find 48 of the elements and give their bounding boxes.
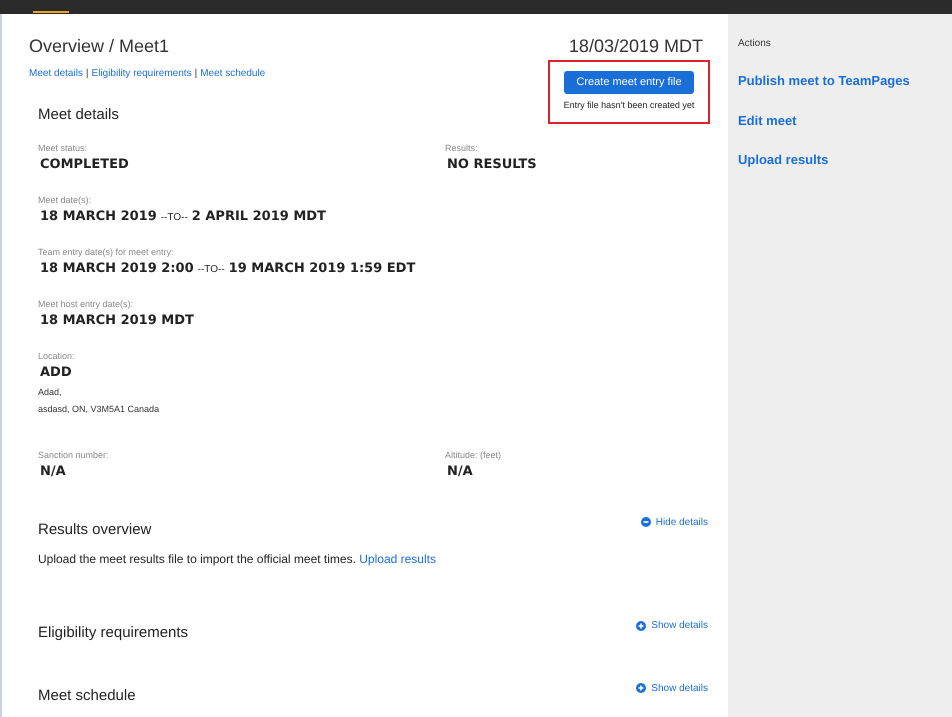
section-heading: Meet schedule bbox=[38, 686, 136, 706]
field-label: Altitude: (feet) bbox=[445, 448, 502, 460]
anchor-link[interactable]: Meet details bbox=[29, 66, 83, 81]
date-from: 18 MARCH 2019 bbox=[40, 208, 157, 226]
range-separator: --TO-- bbox=[198, 262, 225, 276]
date-to: 19 MARCH 2019 1:59 EDT bbox=[228, 260, 416, 278]
range-separator: --TO-- bbox=[160, 210, 188, 224]
date-to: 2 APRIL 2019 MDT bbox=[192, 208, 326, 226]
meet-date: 18/03/2019 MDT bbox=[568, 35, 703, 58]
anchor-link[interactable]: Eligibility requirements bbox=[92, 66, 192, 81]
toggle-details-link[interactable]: Hide details bbox=[640, 514, 708, 530]
plus-circle-icon bbox=[636, 683, 646, 693]
upload-results-link[interactable]: Upload results bbox=[359, 552, 436, 566]
sidebar-title: Actions bbox=[738, 37, 772, 51]
anchor-link[interactable]: Meet schedule bbox=[200, 66, 266, 81]
field-value: NO RESULTS bbox=[446, 156, 538, 174]
entry-file-note: Entry file hasn't been created yet bbox=[564, 99, 694, 112]
section-heading: Results overview bbox=[38, 520, 152, 540]
action-link[interactable]: Publish meet to TeamPages bbox=[738, 71, 952, 90]
field-label: Meet host entry date(s): bbox=[38, 298, 134, 310]
page-title: Overview / Meet1 bbox=[29, 35, 170, 58]
toggle-details-link[interactable]: Show details bbox=[636, 618, 708, 633]
field-value: N/A bbox=[39, 462, 67, 480]
link-separator: | bbox=[84, 67, 90, 81]
field-value: N/A bbox=[446, 462, 474, 480]
section-heading: Eligibility requirements bbox=[38, 623, 188, 643]
results-description: Upload the meet results file to import the official meet times. Upload results bbox=[38, 551, 437, 568]
link-separator: | bbox=[194, 67, 198, 81]
address-line: Adad, bbox=[38, 386, 63, 398]
address-line: asdasd, ON, V3M5A1 Canada bbox=[38, 403, 160, 416]
field-label: Meet status: bbox=[38, 142, 88, 154]
field-label: Meet date(s): bbox=[38, 194, 92, 206]
action-link[interactable]: Edit meet bbox=[738, 110, 952, 130]
field-value: ADD bbox=[39, 364, 73, 382]
field-value: COMPLETED bbox=[39, 156, 130, 174]
field-label: Sanction number: bbox=[38, 448, 110, 460]
create-entry-file-button[interactable]: Create meet entry file bbox=[564, 71, 694, 94]
field-label: Results: bbox=[445, 142, 479, 154]
minus-circle-icon bbox=[640, 517, 651, 527]
field-label: Team entry date(s) for meet entry: bbox=[38, 246, 175, 258]
active-tab-indicator bbox=[33, 11, 69, 13]
date-from: 18 MARCH 2019 2:00 bbox=[40, 260, 194, 278]
field-label: Location: bbox=[38, 350, 76, 362]
toggle-details-link[interactable]: Show details bbox=[636, 680, 708, 696]
section-heading: Meet details bbox=[38, 105, 119, 125]
plus-circle-icon bbox=[636, 620, 646, 630]
action-link[interactable]: Upload results bbox=[738, 150, 952, 170]
field-value: 18 MARCH 2019 MDT bbox=[39, 312, 195, 330]
